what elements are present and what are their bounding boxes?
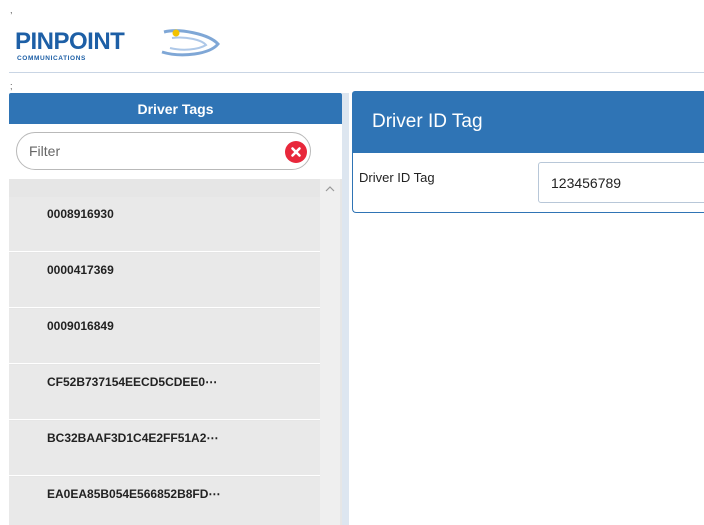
- list-item[interactable]: 0009016849: [9, 309, 320, 364]
- header-tick-bottom: ;: [10, 81, 13, 91]
- driver-id-tag-panel: Driver ID Tag Driver ID Tag: [352, 91, 704, 215]
- pinpoint-logo-icon: PINPOINT COMMUNICATIONS: [15, 28, 220, 62]
- driver-id-tag-row: Driver ID Tag: [352, 153, 704, 213]
- list-item[interactable]: 0008916930: [9, 197, 320, 252]
- driver-tags-list-items: 0008916930 0000417369 0009016849 CF52B73…: [9, 197, 320, 525]
- driver-tags-list[interactable]: 0008916930 0000417369 0009016849 CF52B73…: [9, 179, 342, 525]
- list-item[interactable]: 0000417369: [9, 253, 320, 308]
- list-item-label: 0000417369: [47, 263, 114, 277]
- header-divider: [9, 72, 704, 73]
- header-tick-top: ,: [10, 5, 13, 15]
- list-item-label: 0008916930: [47, 207, 114, 221]
- filter-field[interactable]: [16, 132, 311, 170]
- clear-filter-icon: [291, 147, 301, 157]
- list-item[interactable]: BC32BAAF3D1C4E2FF51A2⋯: [9, 421, 320, 476]
- list-item-label: 0009016849: [47, 319, 114, 333]
- filter-input[interactable]: [29, 141, 259, 161]
- list-scrollbar[interactable]: [320, 179, 340, 525]
- driver-tags-panel: Driver Tags 0008916930 0000417369 000901…: [9, 93, 342, 525]
- list-item-label: EA0EA85B054E566852B8FD⋯: [47, 487, 221, 501]
- logo-text: PINPOINT: [15, 28, 125, 55]
- scroll-up-icon[interactable]: [324, 184, 336, 194]
- driver-id-tag-title: Driver ID Tag: [352, 91, 704, 153]
- panel-splitter[interactable]: [342, 93, 349, 525]
- clear-filter-button[interactable]: [285, 141, 307, 163]
- driver-tags-title: Driver Tags: [9, 93, 342, 124]
- list-item[interactable]: EA0EA85B054E566852B8FD⋯: [9, 477, 320, 525]
- driver-id-tag-label: Driver ID Tag: [359, 170, 435, 185]
- driver-id-tag-input[interactable]: [538, 162, 704, 203]
- list-item[interactable]: CF52B737154EECD5CDEE0⋯: [9, 365, 320, 420]
- logo-subtext: COMMUNICATIONS: [17, 55, 86, 62]
- list-item-label: BC32BAAF3D1C4E2FF51A2⋯: [47, 431, 219, 445]
- app-page: , ; PINPOINT COMMUNICATIONS Driver Tags …: [0, 0, 704, 525]
- app-header: , ; PINPOINT COMMUNICATIONS: [0, 0, 704, 91]
- list-item-label: CF52B737154EECD5CDEE0⋯: [47, 375, 218, 389]
